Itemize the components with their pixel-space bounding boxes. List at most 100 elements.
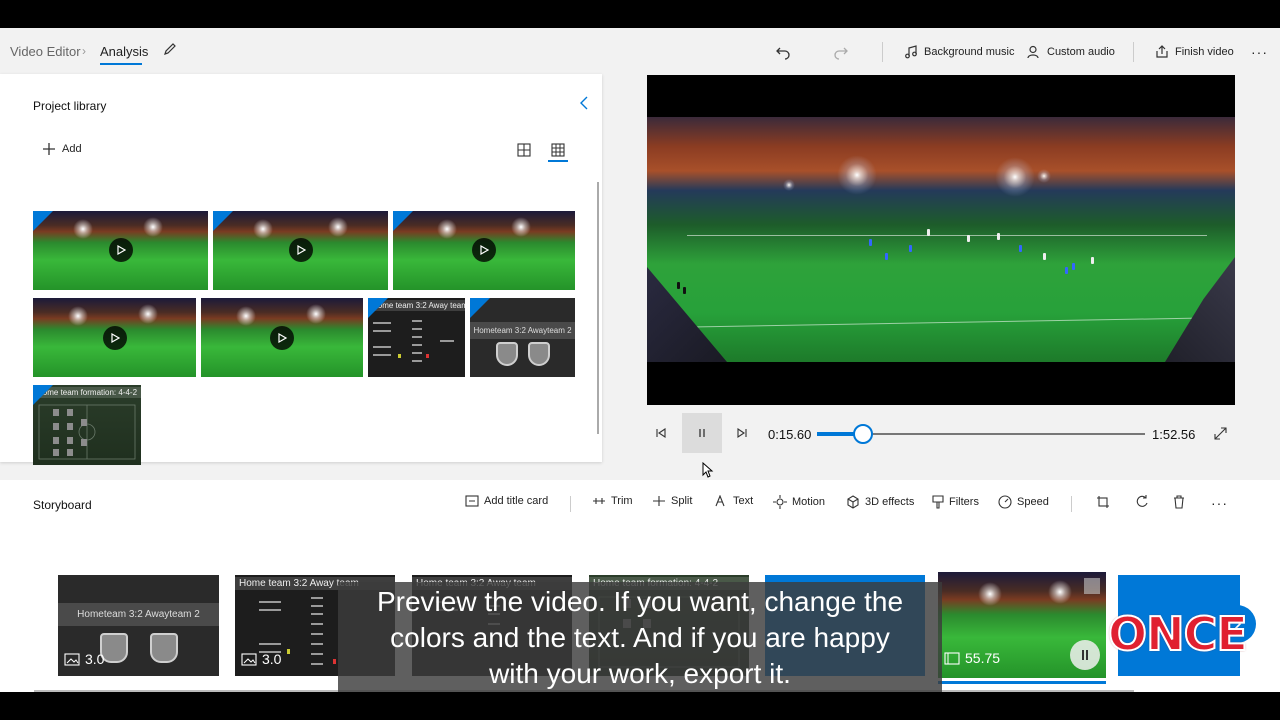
subtitle-overlay: Preview the video. If you want, change t… (338, 582, 942, 692)
library-item-video[interactable] (33, 211, 208, 290)
library-item-image[interactable]: Home team 3:2 Away team (368, 298, 465, 377)
speed-button[interactable]: Speed (998, 495, 1049, 509)
title-bar: Video Editor › Analysis Background music… (0, 28, 1280, 74)
speed-label: Speed (1017, 496, 1049, 508)
text-button[interactable]: Text (714, 495, 753, 507)
stats-table-graphic (373, 320, 454, 362)
pause-icon (699, 429, 705, 437)
clip-pause-icon[interactable] (1070, 640, 1100, 670)
storyboard-card[interactable]: Hometeam 3:2 Awayteam 2 3.0 (58, 575, 219, 676)
finish-video-button[interactable]: Finish video (1155, 38, 1234, 66)
storyboard-title: Storyboard (33, 498, 92, 512)
video-clip-icon (944, 651, 960, 665)
speed-icon (998, 495, 1012, 509)
filters-label: Filters (949, 496, 979, 508)
motion-label: Motion (792, 496, 826, 508)
header-divider (1133, 42, 1134, 62)
card-duration: 3.0 (64, 651, 104, 667)
breadcrumb-chevron-icon: › (82, 44, 86, 58)
header-divider (882, 42, 883, 62)
export-icon (1156, 45, 1168, 58)
select-checkbox[interactable] (1084, 578, 1100, 594)
trim-button[interactable]: Trim (592, 495, 633, 507)
library-item-image[interactable]: Home team formation: 4-4-2 (33, 385, 141, 465)
library-item-video[interactable] (213, 211, 388, 290)
split-icon (653, 496, 665, 506)
card-caption: Hometeam 3:2 Awayteam 2 (58, 603, 219, 626)
used-in-project-marker (33, 385, 53, 405)
more-options-icon[interactable]: ··· (1251, 38, 1268, 66)
seek-handle[interactable] (852, 424, 873, 444)
filters-button[interactable]: Filters (932, 495, 979, 509)
storyboard-more-icon[interactable]: ··· (1211, 495, 1228, 511)
title-card-icon (465, 495, 479, 507)
mouse-cursor-icon (702, 461, 714, 483)
custom-audio-button[interactable]: Custom audio (1027, 38, 1115, 66)
play-icon (103, 326, 127, 350)
3d-effects-button[interactable]: 3D effects (846, 495, 914, 509)
motion-icon (773, 495, 787, 509)
3d-effects-label: 3D effects (865, 496, 915, 508)
video-preview[interactable] (647, 75, 1235, 405)
breadcrumb-current: Analysis (100, 44, 149, 59)
rotate-icon[interactable] (1135, 495, 1149, 509)
formation-graphic (38, 404, 136, 460)
library-scrollbar[interactable] (597, 182, 599, 434)
split-button[interactable]: Split (652, 495, 692, 507)
add-media-button[interactable]: Add (42, 142, 82, 156)
background-music-label: Background music (924, 46, 1015, 58)
library-item-image[interactable]: Hometeam 3:2 Awayteam 2 (470, 298, 575, 377)
used-in-project-marker (213, 211, 233, 231)
image-icon (64, 652, 80, 666)
rename-pencil-icon[interactable] (162, 41, 178, 62)
view-selected-underline (548, 160, 568, 162)
add-title-card-button[interactable]: Add title card (465, 495, 548, 507)
subtitle-line: colors and the text. And if you are happ… (390, 622, 890, 653)
text-label: Text (733, 495, 754, 507)
next-frame-icon[interactable] (734, 425, 750, 441)
redo-icon[interactable] (833, 38, 849, 66)
motion-button[interactable]: Motion (773, 495, 825, 509)
team-shield-icon (496, 342, 518, 366)
trim-icon (593, 498, 605, 504)
filters-icon (932, 495, 944, 509)
text-icon (715, 495, 725, 507)
project-library-panel: Project library Add Home team 3:2 Away t… (0, 74, 602, 465)
stands-right (1165, 257, 1235, 362)
thumbnail-caption: Hometeam 3:2 Awayteam 2 (470, 322, 575, 339)
top-letterbox (0, 0, 1280, 33)
undo-icon[interactable] (775, 38, 791, 66)
storyboard-card-selected[interactable]: 55.75 (938, 572, 1106, 678)
current-time: 0:15.60 (768, 427, 812, 442)
channel-watermark-logo: ONCE (1107, 606, 1249, 662)
subtitle-line: with your work, export it. (489, 658, 791, 689)
large-grid-view-icon[interactable] (517, 143, 531, 162)
library-item-video[interactable] (33, 298, 196, 377)
bottom-letterbox (0, 692, 1280, 720)
play-icon (289, 238, 313, 262)
preview-frame (647, 117, 1235, 362)
add-title-card-label: Add title card (484, 495, 549, 507)
previous-frame-icon[interactable] (653, 425, 669, 441)
library-item-video[interactable] (393, 211, 575, 290)
delete-icon[interactable] (1173, 495, 1185, 509)
subtitle-line: Preview the video. If you want, change t… (376, 586, 904, 617)
library-title: Project library (33, 99, 107, 113)
fullscreen-icon[interactable] (1212, 425, 1228, 441)
plus-icon (43, 143, 55, 155)
toolbar-divider (1071, 496, 1072, 512)
selected-card-indicator (938, 681, 1106, 684)
trim-label: Trim (611, 495, 633, 507)
used-in-project-marker (393, 211, 413, 231)
pause-button[interactable] (682, 413, 722, 453)
add-label: Add (62, 143, 82, 155)
library-item-video[interactable] (201, 298, 363, 377)
breadcrumb-video-editor[interactable]: Video Editor (10, 44, 81, 59)
play-icon (109, 238, 133, 262)
background-music-button[interactable]: Background music (904, 38, 1015, 66)
team-shield-icon (528, 342, 550, 366)
card-duration: 55.75 (944, 650, 1000, 666)
crop-icon[interactable] (1096, 495, 1110, 509)
used-in-project-marker (33, 211, 53, 231)
collapse-chevron-icon[interactable] (578, 96, 590, 115)
